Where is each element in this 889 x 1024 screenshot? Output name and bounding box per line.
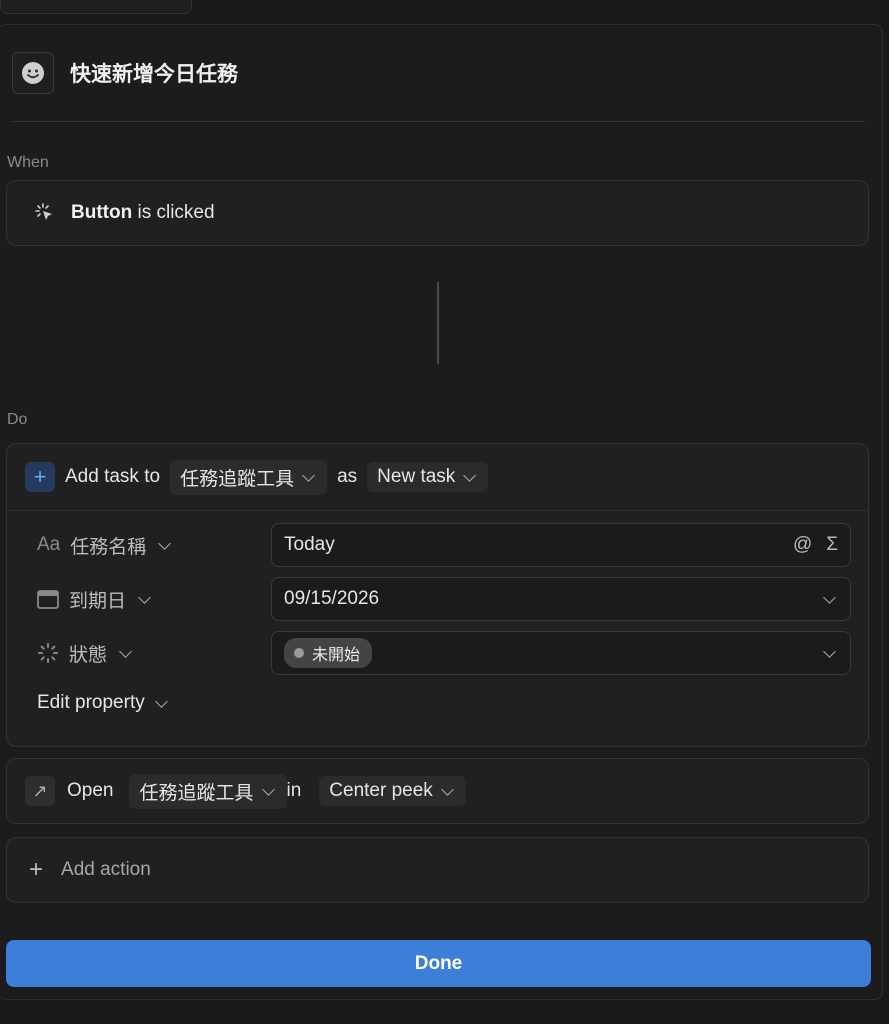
chevron-down-icon xyxy=(261,782,275,796)
chevron-down-icon xyxy=(138,590,151,604)
do-label: Do xyxy=(7,411,28,428)
property-label[interactable]: Aa 任務名稱 xyxy=(37,532,271,559)
name-value: Today xyxy=(284,534,335,555)
name-input[interactable]: Today @ Σ xyxy=(271,523,851,567)
property-due-label: 到期日 xyxy=(69,590,127,612)
property-row-name: Aa 任務名稱 Today @ Σ xyxy=(37,523,851,567)
in-label: in xyxy=(286,780,302,801)
open-database-select[interactable]: 任務追蹤工具 xyxy=(129,773,287,809)
property-label[interactable]: 狀態 xyxy=(37,640,271,667)
arrow-up-right-icon: ↗ xyxy=(25,776,55,806)
divider xyxy=(12,121,865,122)
open-mode-select[interactable]: Center peek xyxy=(319,776,466,806)
add-action-label: Add action xyxy=(61,859,151,880)
edit-property-button[interactable]: Edit property xyxy=(37,692,170,714)
chevron-down-icon xyxy=(463,468,477,482)
smiley-icon xyxy=(22,62,44,84)
property-row-due-date: 到期日 09/15/2026 xyxy=(37,577,851,621)
as-label: as xyxy=(337,466,358,487)
page-title[interactable]: 快速新增今日任務 xyxy=(70,58,238,88)
property-label[interactable]: 到期日 xyxy=(37,586,271,613)
open-label: Open xyxy=(67,780,114,801)
database-select-label: 任務追蹤工具 xyxy=(180,468,295,490)
status-spinner-icon xyxy=(38,643,58,663)
mention-icon[interactable]: @ xyxy=(793,534,812,556)
previous-panel-edge xyxy=(0,0,192,14)
property-status-label: 狀態 xyxy=(69,644,108,666)
due-date-value: 09/15/2026 xyxy=(284,588,380,609)
status-dot xyxy=(294,648,304,658)
add-task-header: + Add task to 任務追蹤工具 as New task xyxy=(7,444,868,511)
text-aa-icon: Aa xyxy=(37,534,61,555)
click-cursor-icon xyxy=(35,203,52,220)
database-select[interactable]: 任務追蹤工具 xyxy=(170,459,328,495)
property-row-status: 狀態 未開始 xyxy=(37,631,851,675)
due-date-input[interactable]: 09/15/2026 xyxy=(271,577,851,621)
chevron-down-icon xyxy=(154,694,168,708)
open-action-card: ↗ Open 任務追蹤工具 in Center peek xyxy=(6,758,869,824)
chevron-down-icon xyxy=(823,590,836,604)
formula-icon[interactable]: Σ xyxy=(826,534,838,556)
chevron-down-icon xyxy=(823,644,836,658)
status-select[interactable]: 未開始 xyxy=(271,631,851,675)
plus-icon: + xyxy=(29,856,44,883)
template-select-label: New task xyxy=(377,466,456,487)
open-database-label: 任務追蹤工具 xyxy=(139,782,254,804)
template-select[interactable]: New task xyxy=(367,462,489,492)
status-badge: 未開始 xyxy=(284,638,373,668)
edit-property-label: Edit property xyxy=(37,692,145,713)
when-label: When xyxy=(7,154,49,171)
trigger-card[interactable]: Button is clicked xyxy=(6,180,869,246)
trigger-rest: is clicked xyxy=(137,202,215,223)
property-name-label: 任務名稱 xyxy=(70,536,147,558)
chevron-down-icon xyxy=(302,468,315,482)
chevron-down-icon xyxy=(158,536,172,550)
calendar-icon xyxy=(37,590,59,609)
add-action-button[interactable]: + Add action xyxy=(6,837,869,903)
done-button[interactable]: Done xyxy=(6,940,871,987)
status-value: 未開始 xyxy=(312,647,361,664)
trigger-text: Button is clicked xyxy=(71,202,215,224)
open-mode-label: Center peek xyxy=(329,780,433,801)
add-task-prefix: Add task to xyxy=(65,466,161,487)
flow-connector xyxy=(437,282,439,364)
chevron-down-icon xyxy=(440,782,454,796)
chevron-down-icon xyxy=(119,644,132,658)
trigger-bold: Button xyxy=(71,202,133,223)
page-icon-button[interactable] xyxy=(12,52,54,94)
title-row: 快速新增今日任務 xyxy=(12,52,238,94)
plus-icon: + xyxy=(25,462,55,492)
